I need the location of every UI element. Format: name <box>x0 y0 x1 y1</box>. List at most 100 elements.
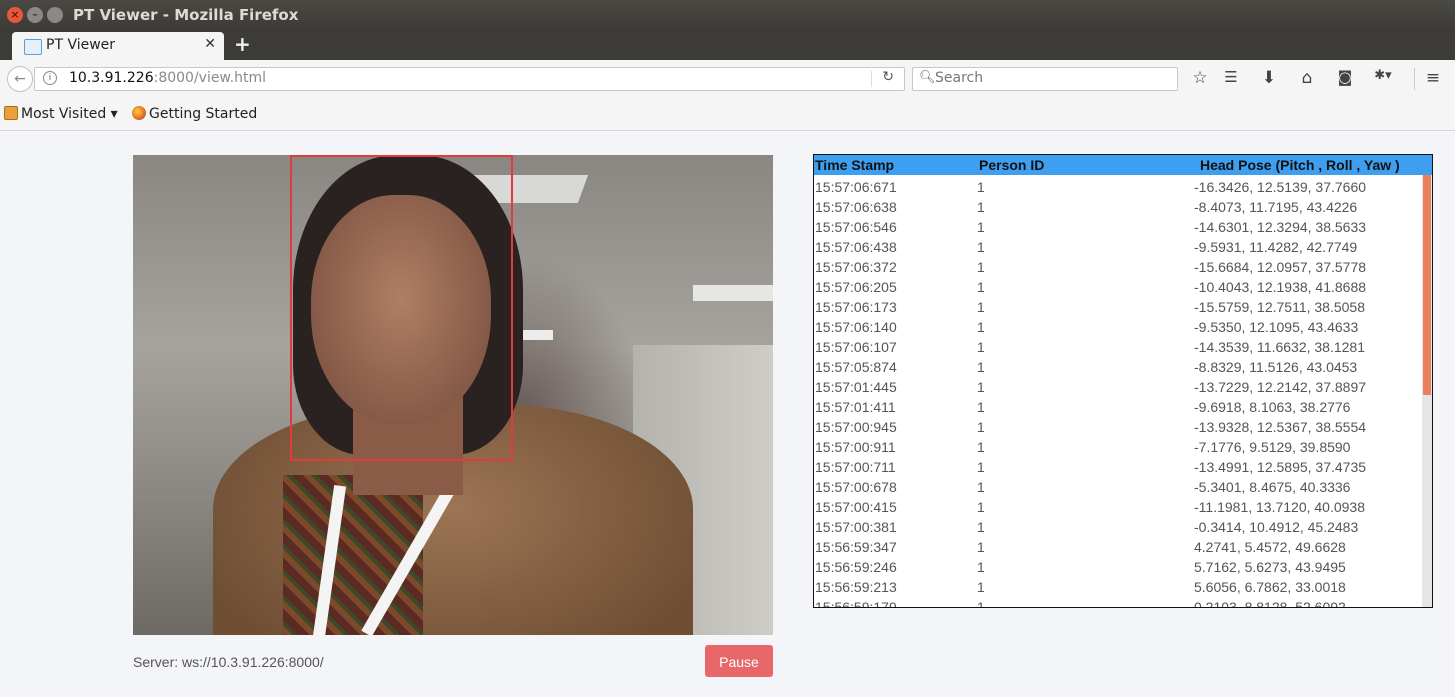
scrollbar-thumb[interactable] <box>1423 175 1431 395</box>
head-pose-table[interactable]: Time Stamp Person ID Head Pose (Pitch , … <box>813 154 1433 608</box>
bookmark-star-icon[interactable]: ☆ <box>1189 68 1211 88</box>
tab-pt-viewer[interactable]: PT Viewer ✕ <box>12 32 224 60</box>
cell-time-stamp: 15:57:01:445 <box>815 379 897 395</box>
cell-head-pose: 0.2103, 8.8128, 52.6092 <box>1194 599 1346 608</box>
server-address-text: Server: ws://10.3.91.226:8000/ <box>133 654 324 670</box>
bookmark-getting-started[interactable]: Getting Started <box>132 106 257 122</box>
cell-head-pose: -0.3414, 10.4912, 45.2483 <box>1194 519 1359 535</box>
cell-head-pose: -13.7229, 12.2142, 37.8897 <box>1194 379 1367 395</box>
folder-icon <box>4 106 18 120</box>
table-row: 15:57:06:438 1 -9.5931, 11.4282, 42.7749 <box>814 236 1420 256</box>
menu-hamburger-icon[interactable]: ≡ <box>1422 68 1444 88</box>
cell-person-id: 1 <box>977 219 985 235</box>
cell-time-stamp: 15:57:06:205 <box>815 279 897 295</box>
pocket-icon[interactable]: ◙ <box>1334 68 1356 86</box>
cell-head-pose: -13.4991, 12.5895, 37.4735 <box>1194 459 1367 475</box>
camera-video-feed <box>133 155 773 635</box>
cell-head-pose: -10.4043, 12.1938, 41.8688 <box>1194 279 1367 295</box>
cell-head-pose: -8.8329, 11.5126, 43.0453 <box>1194 359 1358 375</box>
tab-title: PT Viewer <box>46 37 116 53</box>
table-row: 15:57:01:445 1 -13.7229, 12.2142, 37.8897 <box>814 376 1420 396</box>
table-row: 15:57:06:173 1 -15.5759, 12.7511, 38.5058 <box>814 296 1420 316</box>
bookmark-most-visited-label: Most Visited <box>21 106 107 122</box>
window-titlebar: × – PT Viewer - Mozilla Firefox <box>0 0 1455 30</box>
url-host: 10.3.91.226 <box>69 70 154 86</box>
navigation-toolbar: ← i 10.3.91.226:8000/view.html ↻ 🔍︎ Sear… <box>0 60 1455 98</box>
window-title: PT Viewer - Mozilla Firefox <box>73 6 299 24</box>
table-row: 15:57:06:638 1 -8.4073, 11.7195, 43.4226 <box>814 196 1420 216</box>
header-person-id: Person ID <box>979 157 1045 173</box>
cell-head-pose: -14.6301, 12.3294, 38.5633 <box>1194 219 1367 235</box>
tab-close-icon[interactable]: ✕ <box>204 36 216 52</box>
home-icon[interactable]: ⌂ <box>1296 68 1318 88</box>
table-row: 15:56:59:179 1 0.2103, 8.8128, 52.6092 <box>814 596 1420 608</box>
firefox-icon <box>132 106 146 120</box>
url-text[interactable]: 10.3.91.226:8000/view.html <box>69 70 266 86</box>
cell-time-stamp: 15:56:59:246 <box>815 559 897 575</box>
table-row: 15:57:06:140 1 -9.5350, 12.1095, 43.4633 <box>814 316 1420 336</box>
cell-person-id: 1 <box>977 519 985 535</box>
person-scarf <box>283 475 423 635</box>
cell-person-id: 1 <box>977 359 985 375</box>
cell-person-id: 1 <box>977 579 985 595</box>
cell-head-pose: -9.5350, 12.1095, 43.4633 <box>1194 319 1359 335</box>
cell-person-id: 1 <box>977 379 985 395</box>
table-row: 15:57:00:911 1 -7.1776, 9.5129, 39.8590 <box>814 436 1420 456</box>
cell-head-pose: -9.5931, 11.4282, 42.7749 <box>1194 239 1358 255</box>
cell-head-pose: 5.7162, 5.6273, 43.9495 <box>1194 559 1346 575</box>
table-row: 15:57:00:381 1 -0.3414, 10.4912, 45.2483 <box>814 516 1420 536</box>
back-button[interactable]: ← <box>7 66 33 92</box>
new-tab-button[interactable]: + <box>234 32 251 56</box>
url-bar[interactable]: i 10.3.91.226:8000/view.html ↻ <box>34 67 905 91</box>
window-minimize-button[interactable]: – <box>27 7 43 23</box>
reading-list-icon[interactable]: ☰ <box>1220 68 1242 86</box>
pause-button[interactable]: Pause <box>705 645 773 677</box>
cell-person-id: 1 <box>977 559 985 575</box>
url-separator <box>871 71 872 87</box>
cell-person-id: 1 <box>977 439 985 455</box>
table-row: 15:57:06:372 1 -15.6684, 12.0957, 37.5778 <box>814 256 1420 276</box>
table-row: 15:57:06:671 1 -16.3426, 12.5139, 37.7660 <box>814 176 1420 196</box>
window-close-button[interactable]: × <box>7 7 23 23</box>
table-row: 15:57:06:546 1 -14.6301, 12.3294, 38.5633 <box>814 216 1420 236</box>
downloads-icon[interactable]: ⬇ <box>1258 68 1280 88</box>
cell-time-stamp: 15:57:06:107 <box>815 339 897 355</box>
cell-time-stamp: 15:57:00:415 <box>815 499 897 515</box>
cell-time-stamp: 15:57:05:874 <box>815 359 897 375</box>
table-row: 15:57:06:107 1 -14.3539, 11.6632, 38.1281 <box>814 336 1420 356</box>
site-info-icon[interactable]: i <box>43 71 57 85</box>
cell-person-id: 1 <box>977 199 985 215</box>
search-icon: 🔍︎ <box>919 70 936 85</box>
cell-head-pose: -14.3539, 11.6632, 38.1281 <box>1194 339 1366 355</box>
cell-person-id: 1 <box>977 179 985 195</box>
cell-person-id: 1 <box>977 339 985 355</box>
table-row: 15:57:00:945 1 -13.9328, 12.5367, 38.5554 <box>814 416 1420 436</box>
window-maximize-button[interactable] <box>47 7 63 23</box>
table-row: 15:57:00:415 1 -11.1981, 13.7120, 40.0938 <box>814 496 1420 516</box>
url-path: :8000/view.html <box>153 70 266 86</box>
toolbar-separator <box>1414 68 1415 90</box>
cell-person-id: 1 <box>977 259 985 275</box>
cell-head-pose: -5.3401, 8.4675, 40.3336 <box>1194 479 1351 495</box>
cell-head-pose: -16.3426, 12.5139, 37.7660 <box>1194 179 1367 195</box>
table-row: 15:57:00:678 1 -5.3401, 8.4675, 40.3336 <box>814 476 1420 496</box>
table-header: Time Stamp Person ID Head Pose (Pitch , … <box>814 155 1432 175</box>
cell-head-pose: -11.1981, 13.7120, 40.0938 <box>1194 499 1366 515</box>
extension-icon[interactable]: ✱▾ <box>1372 68 1394 83</box>
reload-icon[interactable]: ↻ <box>882 69 894 85</box>
cell-time-stamp: 15:57:00:911 <box>815 439 896 455</box>
table-scrollbar[interactable] <box>1422 175 1432 607</box>
cell-person-id: 1 <box>977 479 985 495</box>
bookmark-most-visited[interactable]: Most Visited ▾ <box>4 106 118 122</box>
cell-time-stamp: 15:57:06:638 <box>815 199 897 215</box>
cell-time-stamp: 15:57:00:678 <box>815 479 897 495</box>
face-detection-box <box>290 155 513 461</box>
search-input[interactable]: 🔍︎ Search <box>912 67 1178 91</box>
cell-time-stamp: 15:57:06:671 <box>815 179 897 195</box>
table-row: 15:57:05:874 1 -8.8329, 11.5126, 43.0453 <box>814 356 1420 376</box>
table-row: 15:57:00:711 1 -13.4991, 12.5895, 37.4735 <box>814 456 1420 476</box>
cell-time-stamp: 15:57:00:381 <box>815 519 897 535</box>
cell-time-stamp: 15:57:00:711 <box>815 459 896 475</box>
cell-head-pose: -7.1776, 9.5129, 39.8590 <box>1194 439 1351 455</box>
cell-person-id: 1 <box>977 499 985 515</box>
